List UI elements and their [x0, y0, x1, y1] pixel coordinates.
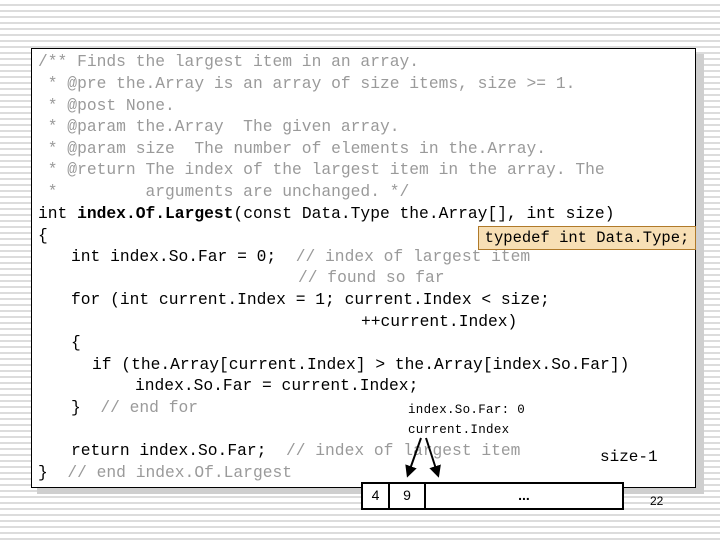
size-minus-1-label: size-1 [600, 448, 658, 466]
arrow-to-index-1 [425, 437, 441, 478]
array-cell: 9 [390, 484, 426, 508]
array-cell: 4 [363, 484, 390, 508]
array-cell-ellipsis: ... [518, 487, 530, 503]
page-number: 22 [650, 494, 664, 508]
array-diagram: 4 9 ... [361, 482, 624, 510]
arrow-to-index-0 [405, 437, 422, 478]
